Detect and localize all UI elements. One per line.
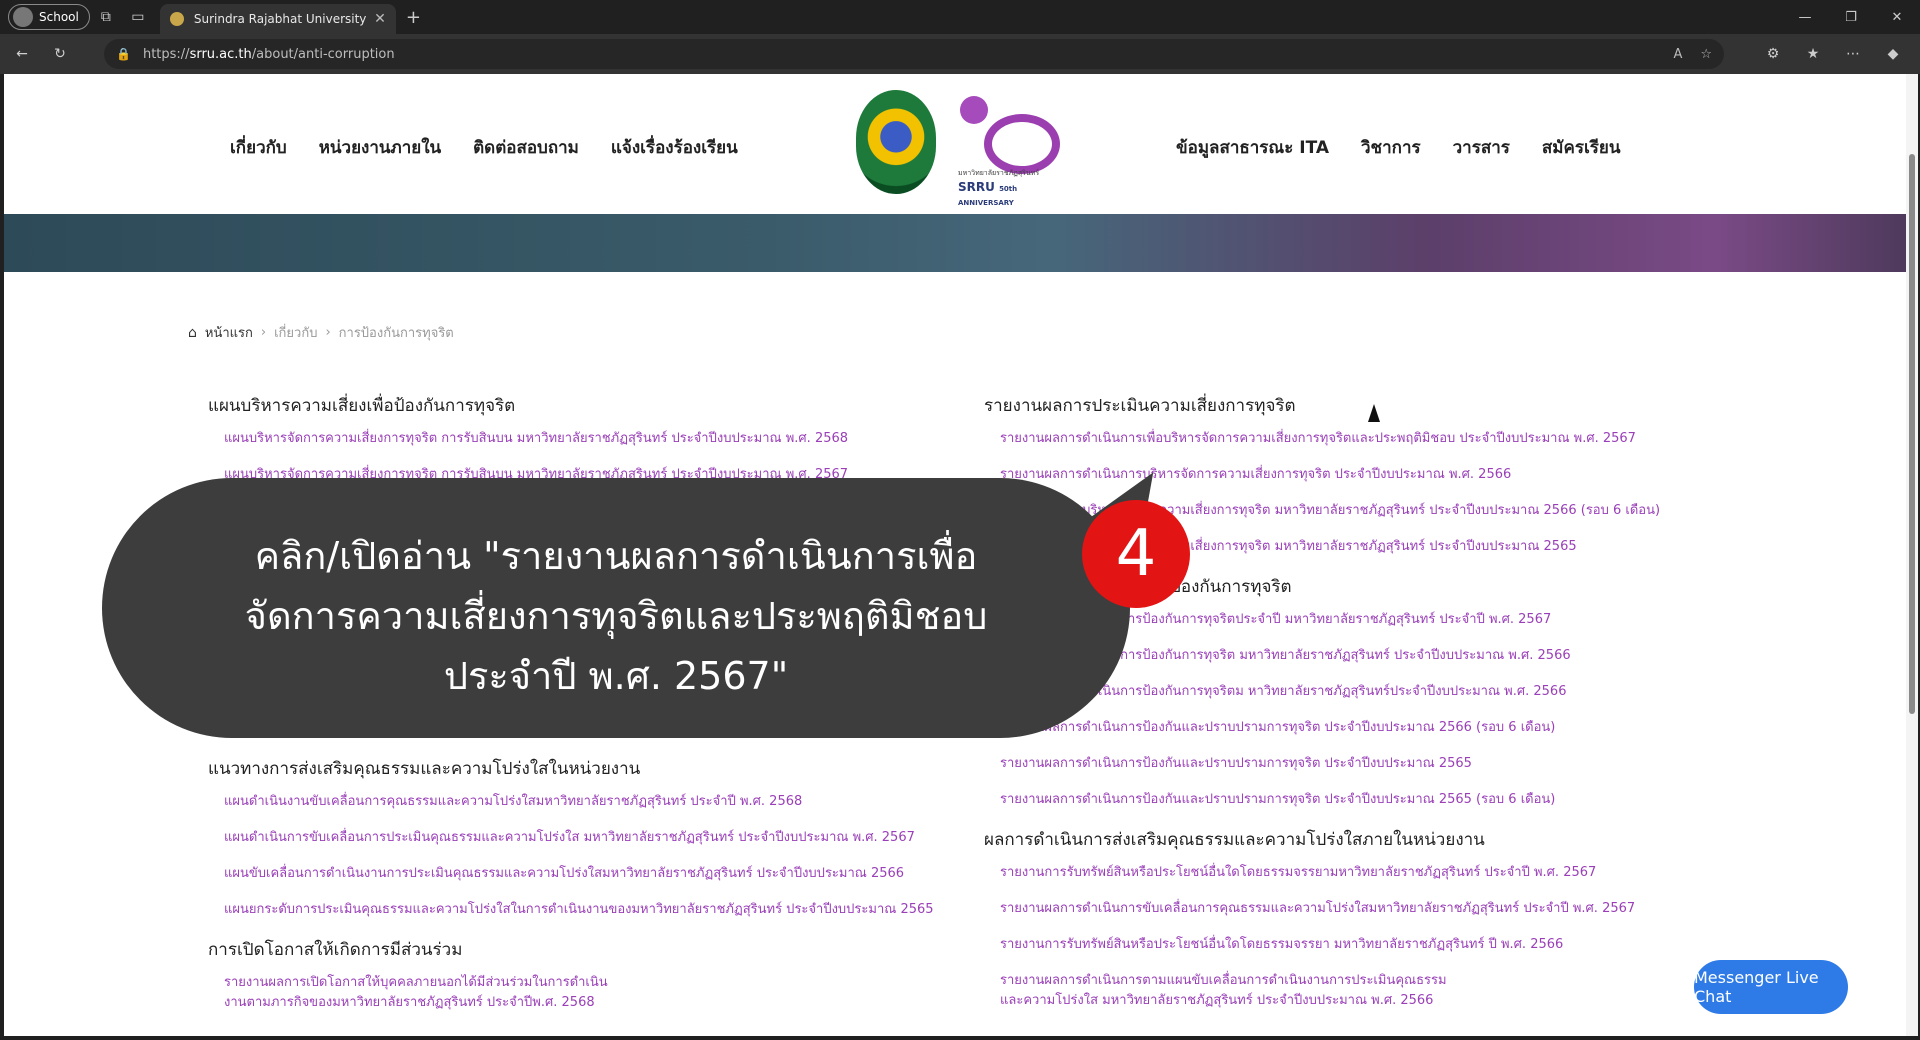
- logo-subtitle: มหาวิทยาลัยราชภัฏสุรินทร์: [958, 169, 1040, 177]
- instruction-callout: คลิก/เปิดอ่าน "รายงานผลการดำเนินการเพื่อ…: [102, 478, 1130, 738]
- document-link[interactable]: รายงานการรับทรัพย์สินหรือประโยชน์อื่นใดโ…: [1000, 935, 1660, 971]
- target-document-link[interactable]: รายงานผลการดำเนินการเพื่อบริหารจัดการควา…: [1000, 429, 1660, 465]
- document-link[interactable]: แผนบริหารจัดการความเสี่ยงการทุจริต การรั…: [224, 429, 934, 465]
- university-seal-logo[interactable]: [856, 90, 936, 194]
- document-link[interactable]: แผนยกระดับการประเมินคุณธรรมและความโปร่งใ…: [224, 900, 934, 936]
- site-favicon-icon: [169, 12, 184, 26]
- breadcrumb: ⌂ หน้าแรก › เกี่ยวกับ › การป้องกันการทุจ…: [188, 322, 454, 343]
- mouse-cursor-icon: [1368, 404, 1380, 422]
- main-nav-left: เกี่ยวกับ หน่วยงานภายใน ติดต่อสอบถาม แจ้…: [230, 134, 738, 161]
- flower-icon: [960, 96, 988, 124]
- page-scrollbar[interactable]: [1906, 74, 1918, 1036]
- callout-line: คลิก/เปิดอ่าน "รายงานผลการดำเนินการเพื่อ: [254, 534, 978, 578]
- document-link[interactable]: แผนดำเนินการขับเคลื่อนการประเมินคุณธรรมแ…: [224, 828, 934, 864]
- section-title: ผลการดำเนินการส่งเสริมคุณธรรมและความโปร่…: [984, 830, 1485, 850]
- chevron-right-icon: ›: [325, 325, 331, 340]
- nav-item-complaints[interactable]: แจ้งเรื่องร้องเรียน: [611, 134, 738, 161]
- favorites-icon[interactable]: ★: [1798, 39, 1828, 69]
- new-tab-icon[interactable]: +: [406, 7, 421, 28]
- section-title: รายงานผลการประเมินความเสี่ยงการทุจริต: [984, 396, 1296, 416]
- nav-item-ita[interactable]: ข้อมูลสาธารณะ ITA: [1176, 134, 1329, 161]
- nav-item-about[interactable]: เกี่ยวกับ: [230, 134, 287, 161]
- workspaces-icon[interactable]: ⧉: [90, 1, 122, 33]
- callout-line: ประจำปี พ.ศ. 2567": [443, 654, 789, 698]
- link-line: และความโปร่งใส มหาวิทยาลัยราชภัฏสุรินทร์…: [1000, 993, 1434, 1008]
- browser-toolbar: ← ↻ 🔒 https://srru.ac.th/about/anti-corr…: [0, 34, 1920, 74]
- extensions-icon[interactable]: ⚙: [1758, 39, 1788, 69]
- home-icon[interactable]: ⌂: [188, 325, 197, 341]
- url-path: /about/anti-corruption: [251, 46, 395, 62]
- section-title: แผนบริหารความเสี่ยงเพื่อป้องกันการทุจริต: [208, 396, 516, 416]
- logo-srru: SRRU 50th ANNIVERSARY: [958, 180, 1018, 207]
- avatar: [13, 7, 33, 27]
- anniversary-logo[interactable]: มหาวิทยาลัยราชภัฏสุรินทร์ SRRU 50th ANNI…: [956, 92, 1066, 207]
- step-number-badge: 4: [1082, 500, 1190, 608]
- profile-label: School: [39, 10, 79, 24]
- breadcrumb-home[interactable]: หน้าแรก: [205, 322, 253, 343]
- close-window-icon[interactable]: ✕: [1874, 0, 1920, 34]
- document-link[interactable]: รายงานการรับทรัพย์สินหรือประโยชน์อื่นใดโ…: [1000, 863, 1660, 899]
- site-header: เกี่ยวกับ หน่วยงานภายใน ติดต่อสอบถาม แจ้…: [4, 74, 1906, 214]
- anniversary-ring-icon: [984, 114, 1060, 174]
- document-link[interactable]: รายงานผลการดำเนินการป้องกันและปราบปรามกา…: [1000, 754, 1660, 790]
- window-controls: — ❐ ✕: [1782, 0, 1920, 34]
- scrollbar-thumb[interactable]: [1909, 154, 1915, 714]
- tab-title: Surindra Rajabhat University | มห: [193, 11, 367, 26]
- chevron-right-icon: ›: [260, 325, 267, 340]
- document-link[interactable]: รายงานผลการดำเนินการป้องกันและปราบปรามกา…: [1000, 718, 1660, 754]
- lock-icon[interactable]: 🔒: [116, 47, 131, 61]
- browser-tab-active[interactable]: Surindra Rajabhat University | มห ✕: [159, 4, 396, 34]
- nav-item-apply[interactable]: สมัครเรียน: [1542, 134, 1621, 161]
- nav-item-internal-units[interactable]: หน่วยงานภายใน: [319, 134, 441, 161]
- browser-tab-bar: School ⧉ ▭ Surindra Rajabhat University …: [0, 0, 1920, 34]
- url-prefix: https://: [142, 46, 190, 62]
- minimize-icon[interactable]: —: [1782, 0, 1828, 34]
- breadcrumb-current: การป้องกันการทุจริต: [338, 326, 454, 341]
- address-bar[interactable]: 🔒 https://srru.ac.th/about/anti-corrupti…: [104, 39, 1724, 69]
- document-link[interactable]: รายงานผลการเปิดโอกาสให้บุคคลภายนอกได้มีส…: [224, 973, 934, 1015]
- document-link[interactable]: รายงานผลการดำเนินการป้องกันและปราบปรามกา…: [1000, 790, 1660, 826]
- document-link[interactable]: รายงานผลการดำเนินการขับเคลื่อนการคุณธรรม…: [1000, 899, 1660, 935]
- nav-item-contact[interactable]: ติดต่อสอบถาม: [473, 134, 579, 161]
- link-line: งานตามภารกิจของมหาวิทยาลัยราชภัฏสุรินทร์…: [224, 995, 595, 1010]
- restore-icon[interactable]: ❐: [1828, 0, 1874, 34]
- hero-banner: [4, 214, 1906, 272]
- nav-item-academic[interactable]: วิชาการ: [1361, 134, 1421, 161]
- refresh-icon[interactable]: ↻: [44, 38, 76, 70]
- link-line: รายงานผลการเปิดโอกาสให้บุคคลภายนอกได้มีส…: [224, 975, 608, 990]
- document-link[interactable]: แผนดำเนินงานขับเคลื่อนการคุณธรรมและความโ…: [224, 792, 934, 828]
- tab-actions-icon[interactable]: ▭: [122, 1, 154, 33]
- profile-button[interactable]: School: [8, 4, 90, 30]
- nav-item-journal[interactable]: วารสาร: [1453, 134, 1510, 161]
- back-icon[interactable]: ←: [6, 38, 38, 70]
- section-title: แนวทางการส่งเสริมคุณธรรมและความโปร่งใสใน…: [208, 759, 641, 779]
- breadcrumb-about[interactable]: เกี่ยวกับ: [274, 322, 317, 343]
- more-menu-icon[interactable]: ⋯: [1838, 39, 1868, 69]
- document-link[interactable]: รายงานผลการดำเนินการตามแผนขับเคลื่อนการด…: [1000, 971, 1660, 1013]
- messenger-live-chat-button[interactable]: Messenger Live Chat: [1694, 960, 1848, 1014]
- close-tab-icon[interactable]: ✕: [374, 11, 386, 27]
- section-title: การเปิดโอกาสให้เกิดการมีส่วนร่วม: [208, 940, 463, 960]
- copilot-icon[interactable]: ◆: [1878, 39, 1908, 69]
- main-nav-right: ข้อมูลสาธารณะ ITA วิชาการ วารสาร สมัครเร…: [1176, 134, 1621, 161]
- read-aloud-icon[interactable]: A: [1673, 47, 1682, 62]
- favorite-star-icon[interactable]: ☆: [1700, 47, 1712, 62]
- url-host: srru.ac.th: [189, 46, 252, 62]
- document-link[interactable]: รายงานผลการดำเนินการบริหารจัดการความเสี่…: [1000, 465, 1660, 501]
- link-line: รายงานผลการดำเนินการตามแผนขับเคลื่อนการด…: [1000, 973, 1447, 988]
- document-link[interactable]: แผนขับเคลื่อนการดำเนินงานการประเมินคุณธร…: [224, 864, 934, 900]
- callout-line: จัดการความเสี่ยงการทุจริตและประพฤติมิชอบ: [244, 594, 988, 638]
